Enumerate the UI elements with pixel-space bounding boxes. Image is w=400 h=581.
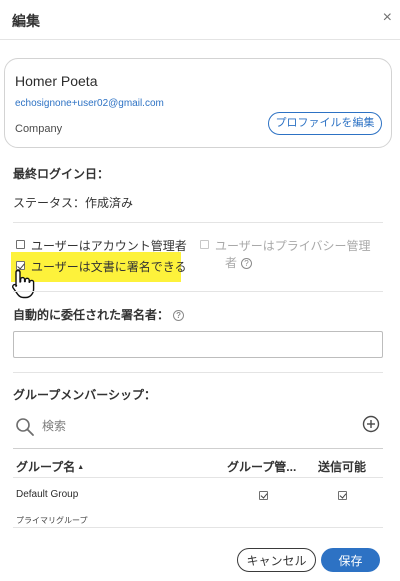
save-button[interactable]: 保存 — [321, 548, 380, 572]
divider — [13, 222, 383, 223]
can-sign-label: ユーザーは文書に署名できる — [31, 260, 187, 274]
cancel-button[interactable]: キャンセル — [237, 548, 316, 572]
dialog-title: 編集 — [12, 13, 40, 29]
user-email: echosignone+user02@gmail.com — [15, 98, 164, 109]
search-icon — [16, 418, 34, 436]
account-admin-checkbox[interactable] — [16, 240, 25, 249]
privacy-admin-label: ユーザーはプライバシー管理 者? — [215, 237, 371, 271]
group-membership-label: グループメンバーシップ： — [13, 388, 157, 402]
help-icon[interactable]: ? — [173, 310, 185, 322]
group-admin-checkbox[interactable] — [259, 491, 268, 500]
divider — [13, 291, 383, 292]
account-admin-label: ユーザーはアカウント管理者 — [31, 239, 187, 253]
column-can-send[interactable]: 送信可能 — [318, 458, 366, 475]
privacy-admin-label-line2: 者 — [225, 256, 238, 270]
help-icon[interactable]: ? — [241, 258, 253, 270]
divider — [13, 527, 383, 528]
account-admin-option[interactable]: ユーザーはアカウント管理者 — [16, 237, 187, 254]
column-group-admin[interactable]: グループ管... — [227, 458, 296, 475]
group-table-header: グループ名 ▲ グループ管... 送信可能 — [13, 448, 383, 478]
hand-cursor-icon — [12, 269, 35, 299]
delegated-signer-input[interactable] — [13, 331, 383, 358]
group-name-cell: Default Group — [16, 489, 79, 500]
privacy-admin-checkbox — [200, 240, 209, 249]
status-label: ステータス：作成済み — [13, 196, 134, 210]
profile-card: Homer Poeta echosignone+user02@gmail.com… — [4, 58, 392, 148]
last-login-label: 最終ログイン日： — [13, 167, 110, 181]
can-sign-option[interactable]: ユーザーは文書に署名できる — [16, 258, 187, 275]
privacy-admin-option: ユーザーはプライバシー管理 者? — [200, 237, 371, 271]
edit-profile-button[interactable]: プロファイルを編集 — [268, 112, 382, 135]
divider — [13, 372, 383, 373]
primary-group-label: プライマリグループ — [16, 516, 88, 525]
dialog-header: 編集 × — [0, 0, 400, 40]
user-company: Company — [15, 123, 63, 135]
column-group-name-label: グループ名 — [16, 460, 76, 474]
delegated-signer-text: 自動的に委任された署名者： — [13, 308, 170, 322]
close-icon[interactable]: × — [383, 9, 392, 27]
user-name: Homer Poeta — [15, 73, 98, 89]
add-group-icon[interactable] — [362, 415, 380, 433]
group-search-input[interactable] — [42, 419, 342, 433]
can-send-checkbox[interactable] — [338, 491, 347, 500]
privacy-admin-label-line1: ユーザーはプライバシー管理 — [215, 239, 371, 253]
column-group-name[interactable]: グループ名 ▲ — [16, 458, 84, 475]
delegated-signer-label: 自動的に委任された署名者：? — [13, 306, 185, 323]
sort-asc-icon: ▲ — [77, 464, 85, 472]
